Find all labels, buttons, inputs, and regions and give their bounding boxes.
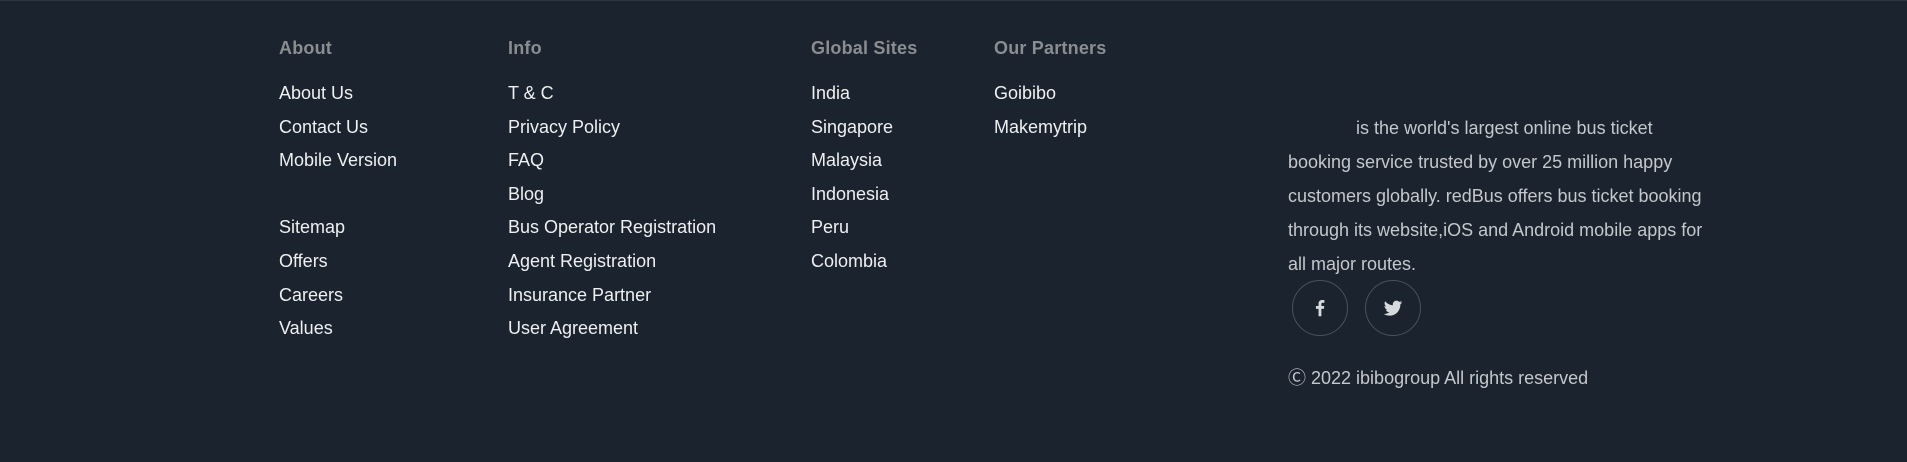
footer-column-global-sites: Global Sites India Singapore Malaysia In… (811, 36, 917, 279)
facebook-button[interactable] (1292, 280, 1348, 336)
footer-column-partners: Our Partners Goibibo Makemytrip (994, 36, 1106, 144)
link-site-colombia[interactable]: Colombia (811, 245, 917, 279)
link-partner-makemytrip[interactable]: Makemytrip (994, 111, 1106, 145)
twitter-icon (1383, 300, 1403, 316)
footer-top-border (0, 0, 1907, 1)
column-heading-info: Info (508, 38, 542, 58)
twitter-button[interactable] (1365, 280, 1421, 336)
link-agent-registration[interactable]: Agent Registration (508, 245, 716, 279)
footer-column-about: About About Us Contact Us Mobile Version… (279, 36, 397, 346)
link-site-malaysia[interactable]: Malaysia (811, 144, 917, 178)
column-heading-global-sites: Global Sites (811, 38, 918, 58)
description-text: is the world's largest online bus ticket… (1288, 118, 1703, 274)
link-about-us[interactable]: About Us (279, 77, 397, 111)
link-site-peru[interactable]: Peru (811, 211, 917, 245)
list-spacer (279, 178, 397, 212)
link-blog[interactable]: Blog (508, 178, 716, 212)
link-faq[interactable]: FAQ (508, 144, 716, 178)
company-description: is the world's largest online bus ticket… (1288, 111, 1708, 281)
column-heading-partners: Our Partners (994, 38, 1107, 58)
brand-logo-placeholder (1288, 116, 1356, 134)
link-contact-us[interactable]: Contact Us (279, 111, 397, 145)
copyright-text: Ⓒ 2022 ibibogroup All rights reserved (1288, 368, 1589, 388)
link-site-india[interactable]: India (811, 77, 917, 111)
link-mobile-version[interactable]: Mobile Version (279, 144, 397, 178)
link-bus-operator-registration[interactable]: Bus Operator Registration (508, 211, 716, 245)
footer-column-info: Info T & C Privacy Policy FAQ Blog Bus O… (508, 36, 716, 346)
column-heading-about: About (279, 38, 332, 58)
link-terms[interactable]: T & C (508, 77, 716, 111)
link-user-agreement[interactable]: User Agreement (508, 312, 716, 346)
link-careers[interactable]: Careers (279, 279, 397, 313)
link-offers[interactable]: Offers (279, 245, 397, 279)
facebook-icon (1315, 300, 1325, 317)
link-partner-goibibo[interactable]: Goibibo (994, 77, 1106, 111)
link-privacy-policy[interactable]: Privacy Policy (508, 111, 716, 145)
link-site-singapore[interactable]: Singapore (811, 111, 917, 145)
link-sitemap[interactable]: Sitemap (279, 211, 397, 245)
link-values[interactable]: Values (279, 312, 397, 346)
link-insurance-partner[interactable]: Insurance Partner (508, 279, 716, 313)
link-site-indonesia[interactable]: Indonesia (811, 178, 917, 212)
